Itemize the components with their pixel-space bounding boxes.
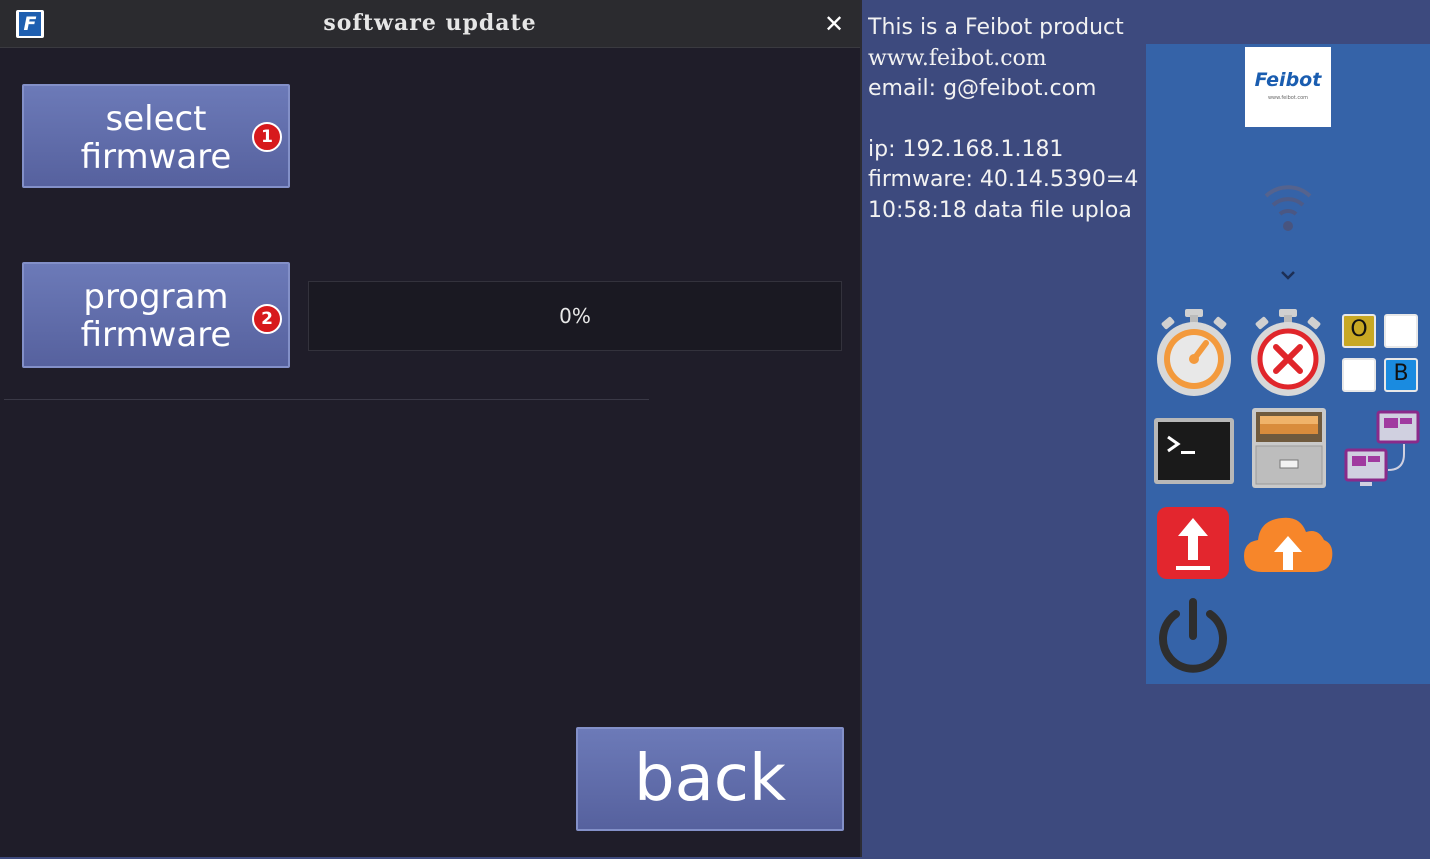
- keyboard-key-blank: [1342, 358, 1376, 392]
- keyboard-key-o: O: [1342, 314, 1376, 348]
- select-firmware-label-line2: firmware: [80, 137, 232, 177]
- software-update-dialog: F software update ✕ select firmware 1 pr…: [0, 0, 862, 857]
- feibot-logo-name: Feibot: [1254, 69, 1322, 91]
- stopwatch-cancel-icon[interactable]: [1248, 307, 1328, 399]
- info-status: 10:58:18 data file uploa: [868, 197, 1132, 223]
- dialog-title: software update: [323, 10, 537, 36]
- launcher-panel: Feibot www.feibot.com O B: [1146, 44, 1430, 684]
- step-badge-1: 1: [252, 122, 282, 152]
- separator-line: [4, 399, 649, 400]
- close-icon[interactable]: ✕: [818, 8, 850, 40]
- network-icon[interactable]: [1342, 410, 1424, 490]
- select-firmware-button[interactable]: select firmware 1: [22, 84, 290, 188]
- program-firmware-label-line2: firmware: [80, 315, 232, 355]
- feibot-logo: Feibot www.feibot.com: [1245, 47, 1331, 127]
- device-info: This is a Feibot product www.feibot.com …: [868, 13, 1158, 226]
- file-cabinet-icon[interactable]: [1250, 406, 1328, 490]
- keyboard-icon[interactable]: O B: [1340, 312, 1426, 398]
- terminal-icon[interactable]: [1153, 417, 1235, 485]
- back-button[interactable]: back: [576, 727, 844, 831]
- progress-text: 0%: [559, 304, 591, 328]
- feibot-logo-site: www.feibot.com: [1267, 95, 1309, 101]
- program-firmware-button[interactable]: program firmware 2: [22, 262, 290, 368]
- info-email: email: g@feibot.com: [868, 76, 1097, 101]
- info-product: This is a Feibot product: [868, 15, 1124, 40]
- keyboard-key-blank: [1384, 314, 1418, 348]
- firmware-progress-bar: 0%: [308, 281, 842, 351]
- select-firmware-label-line1: select: [105, 99, 207, 139]
- chevron-down-icon[interactable]: [1279, 268, 1297, 282]
- app-logo-icon: F: [16, 10, 44, 38]
- back-label: back: [633, 742, 787, 816]
- upload-icon[interactable]: [1156, 506, 1230, 580]
- app-logo-letter: F: [19, 12, 41, 36]
- wifi-icon[interactable]: [1262, 176, 1314, 234]
- keyboard-key-b: B: [1384, 358, 1418, 392]
- stopwatch-icon[interactable]: [1154, 307, 1234, 399]
- power-icon[interactable]: [1156, 596, 1230, 676]
- step-badge-2: 2: [252, 304, 282, 334]
- info-website: www.feibot.com: [868, 45, 1047, 71]
- info-firmware: firmware: 40.14.5390=4: [868, 167, 1139, 192]
- info-ip: ip: 192.168.1.181: [868, 136, 1064, 162]
- program-firmware-label-line1: program: [83, 277, 229, 317]
- cloud-upload-icon[interactable]: [1242, 510, 1334, 576]
- title-bar[interactable]: F software update ✕: [0, 0, 860, 48]
